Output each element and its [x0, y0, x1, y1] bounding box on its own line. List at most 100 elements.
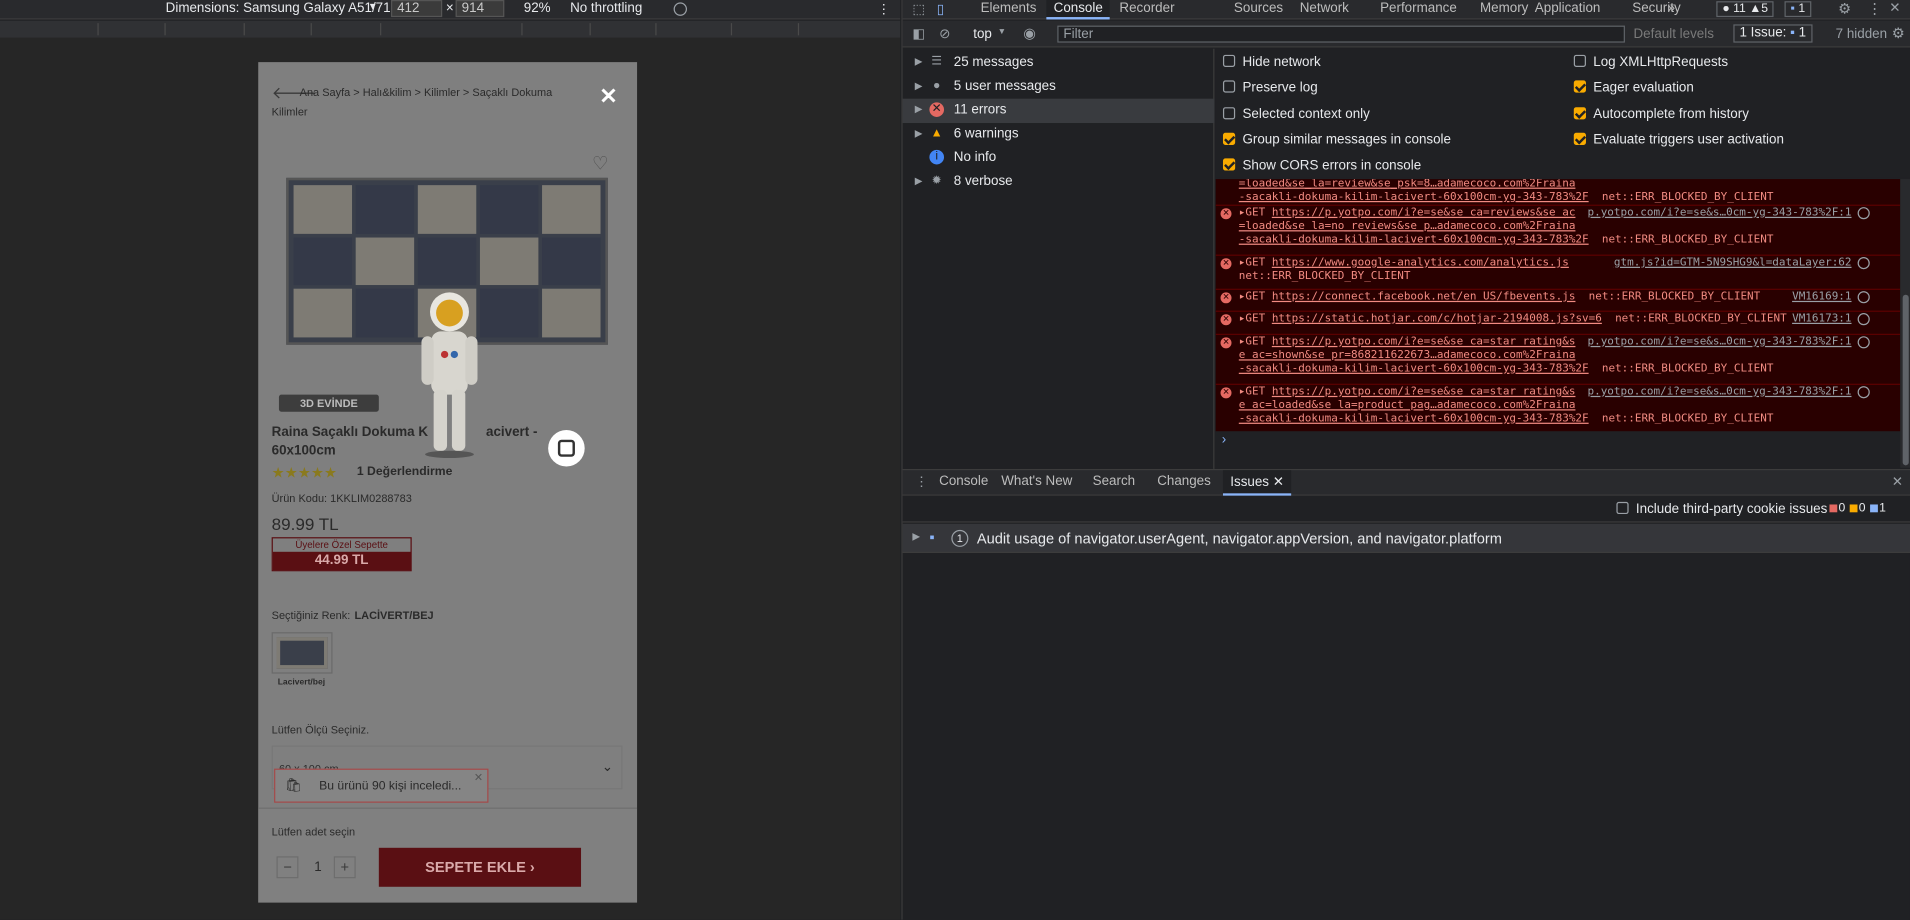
more-options-icon[interactable]: ⋮: [877, 1, 890, 17]
log-url[interactable]: -sacakli-dokuma-kilim-lacivert-60x100cm-…: [1239, 191, 1589, 203]
eager-eval-checkbox[interactable]: Eager evaluation: [1573, 80, 1694, 95]
checkbox-box[interactable]: [1222, 107, 1236, 120]
tab-application[interactable]: Application: [1527, 0, 1607, 17]
selected-context-checkbox[interactable]: Selected context only: [1222, 107, 1370, 122]
log-url[interactable]: https://p.yotpo.com/i?e=se&se_ca=reviews…: [1272, 207, 1576, 219]
height-input[interactable]: 914: [455, 0, 505, 18]
log-xhr-checkbox[interactable]: Log XMLHttpRequests: [1573, 54, 1728, 69]
tab-recorder[interactable]: Recorder: [1112, 0, 1182, 17]
log-entry[interactable]: ✕ ▸GET https://p.yotpo.com/i?e=se&se_ca=…: [1215, 333, 1901, 383]
qty-value[interactable]: 1: [314, 860, 321, 875]
ar-view-button[interactable]: [548, 429, 585, 467]
drawer-tab-issues[interactable]: Issues ✕: [1222, 470, 1292, 496]
log-source-link[interactable]: VM16173:1: [1792, 313, 1851, 326]
sidebar-item-user-messages[interactable]: ▶ ● 5 user messages: [903, 76, 1215, 100]
console-scrollbar[interactable]: [1900, 179, 1910, 468]
issue-title[interactable]: Audit usage of navigator.userAgent, navi…: [977, 530, 1502, 547]
sidebar-item-errors[interactable]: ▶ ✕ 11 errors: [902, 98, 1215, 124]
drawer-menu-icon[interactable]: ⋮: [915, 474, 928, 490]
log-url[interactable]: https://www.google-analytics.com/analyti…: [1272, 257, 1569, 269]
error-warning-counter[interactable]: ● 11 ▲5: [1716, 1, 1775, 18]
qty-minus-button[interactable]: −: [276, 856, 299, 879]
qty-plus-button[interactable]: +: [333, 856, 356, 879]
reviews-link[interactable]: 1 Değerlendirme: [357, 465, 452, 478]
breadcrumb-line2[interactable]: Kilimler: [272, 106, 308, 118]
network-request-icon[interactable]: [1857, 207, 1870, 220]
expand-arrow-icon[interactable]: ▶: [915, 80, 922, 91]
hide-network-checkbox[interactable]: Hide network: [1222, 54, 1321, 69]
group-similar-checkbox[interactable]: Group similar messages in console: [1222, 132, 1451, 147]
checkbox-box[interactable]: [1573, 132, 1586, 145]
log-url[interactable]: -sacakli-dokuma-kilim-lacivert-60x100cm-…: [1239, 234, 1589, 246]
expand-arrow-icon[interactable]: ▶: [915, 104, 922, 115]
heart-icon[interactable]: ♡: [592, 152, 608, 174]
log-url[interactable]: https://p.yotpo.com/i?e=se&se_ca=star_ra…: [1272, 386, 1576, 398]
checkbox-box[interactable]: [1222, 132, 1236, 145]
log-url[interactable]: -sacakli-dokuma-kilim-lacivert-60x100cm-…: [1239, 413, 1589, 425]
log-source-link[interactable]: gtm.js?id=GTM-5N9SHG9&l=dataLayer:62: [1614, 257, 1852, 270]
issues-button[interactable]: 1 Issue: ▪ 1: [1733, 24, 1813, 43]
third-party-checkbox[interactable]: Include third-party cookie issues: [1616, 501, 1827, 516]
drawer-tab-console[interactable]: Console: [932, 474, 996, 489]
cors-errors-checkbox[interactable]: Show CORS errors in console: [1222, 158, 1421, 173]
scrollbar-thumb[interactable]: [1902, 294, 1909, 466]
log-entry[interactable]: ✕ ▸GET https://p.yotpo.com/i?e=se&se_ca=…: [1215, 383, 1901, 430]
log-source-link[interactable]: p.yotpo.com/i?e=se&s…0cm-yg-343-783%2F:1: [1587, 386, 1851, 399]
expand-arrow-icon[interactable]: ▶: [912, 531, 919, 542]
badge-3d[interactable]: 3D EVİNDE: [278, 394, 379, 412]
log-entry[interactable]: ✕ ▸GET https://static.hotjar.com/c/hotja…: [1215, 310, 1901, 333]
sidebar-item-verbose[interactable]: ▶ ✹ 8 verbose: [903, 171, 1215, 195]
log-url[interactable]: https://p.yotpo.com/i?e=se&se_ca=star_ra…: [1272, 336, 1576, 348]
log-entry[interactable]: ✕ ▸GET https://connect.facebook.net/en_U…: [1215, 288, 1901, 311]
log-url[interactable]: e_ac=loaded&se_la=product_pag…adamecoco.…: [1239, 400, 1576, 412]
context-select[interactable]: top: [973, 27, 992, 42]
kebab-menu-icon[interactable]: ⋮: [1867, 0, 1882, 17]
issue-row[interactable]: ▶ ▪ 1 Audit usage of navigator.userAgent…: [902, 523, 1910, 554]
network-request-icon[interactable]: [1857, 291, 1870, 304]
issues-counter[interactable]: ▪ 1: [1784, 1, 1812, 18]
network-request-icon[interactable]: [1857, 336, 1870, 349]
checkbox-box[interactable]: [1222, 158, 1236, 171]
log-entry[interactable]: ✕ ▸GET https://www.google-analytics.com/…: [1215, 254, 1901, 288]
sidebar-toggle-icon[interactable]: ◧: [912, 26, 925, 42]
log-source-link[interactable]: VM16169:1: [1792, 291, 1851, 304]
checkbox-box[interactable]: [1616, 501, 1629, 515]
expand-arrow-icon[interactable]: ▶: [915, 175, 922, 186]
eye-icon[interactable]: ◉: [1023, 24, 1036, 41]
more-tabs-icon[interactable]: »: [1660, 0, 1682, 17]
drawer-tab-whats-new[interactable]: What's New: [994, 474, 1080, 489]
sidebar-item-info[interactable]: i No info: [903, 146, 1215, 170]
preserve-log-checkbox[interactable]: Preserve log: [1222, 80, 1318, 95]
inspect-icon[interactable]: ⬚: [912, 1, 925, 17]
tab-console[interactable]: Console: [1046, 0, 1111, 20]
checkbox-box[interactable]: [1222, 80, 1236, 93]
width-input[interactable]: 412: [391, 0, 443, 18]
checkbox-box[interactable]: [1222, 54, 1236, 67]
network-request-icon[interactable]: [1857, 313, 1870, 326]
rotate-icon[interactable]: [673, 2, 688, 16]
tab-network[interactable]: Network: [1292, 0, 1356, 17]
color-swatch[interactable]: [271, 632, 333, 674]
close-tab-icon[interactable]: ✕: [1273, 475, 1284, 490]
add-to-cart-button[interactable]: SEPETE EKLE ›: [378, 847, 582, 887]
device-toggle-icon[interactable]: ▯: [937, 1, 944, 17]
throttling-select[interactable]: No throttling: [570, 1, 642, 16]
close-icon[interactable]: ✕: [599, 84, 617, 110]
filter-input[interactable]: Filter: [1057, 25, 1625, 43]
levels-select[interactable]: Default levels: [1633, 27, 1713, 42]
log-source-link[interactable]: p.yotpo.com/i?e=se&s…0cm-yg-343-783%2F:1: [1587, 207, 1851, 220]
clear-console-icon[interactable]: ⊘: [939, 26, 950, 42]
sidebar-item-messages[interactable]: ▶ ☰ 25 messages: [903, 51, 1215, 75]
close-devtools-icon[interactable]: ✕: [1889, 0, 1900, 16]
log-url[interactable]: https://connect.facebook.net/en_US/fbeve…: [1272, 291, 1576, 303]
console-settings-icon[interactable]: ⚙: [1892, 24, 1905, 41]
expand-arrow-icon[interactable]: ▶: [915, 56, 922, 67]
zoom-select[interactable]: 92%: [524, 1, 551, 16]
expand-arrow-icon[interactable]: ▶: [915, 128, 922, 139]
autocomplete-checkbox[interactable]: Autocomplete from history: [1573, 107, 1749, 122]
log-source-link[interactable]: p.yotpo.com/i?e=se&s…0cm-yg-343-783%2F:1: [1587, 336, 1851, 349]
log-url[interactable]: e_ac=shown&se_pr=868211622673…adamecoco.…: [1239, 350, 1576, 362]
tab-performance[interactable]: Performance: [1373, 0, 1464, 17]
toast-close-icon[interactable]: ✕: [474, 771, 483, 784]
breadcrumb[interactable]: Ana Sayfa > Halı&kilim > Kilimler > Saça…: [300, 86, 553, 98]
